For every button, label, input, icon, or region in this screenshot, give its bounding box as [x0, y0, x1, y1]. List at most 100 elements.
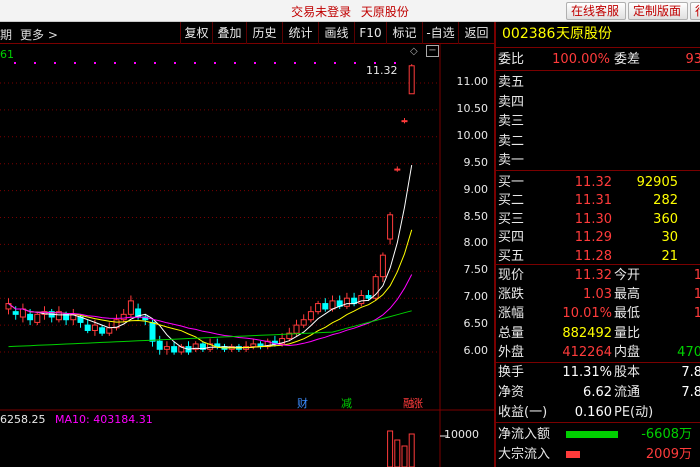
divider [496, 170, 700, 171]
back-button[interactable]: 返回 [458, 22, 494, 44]
quote-label-2: 今开 [614, 268, 641, 283]
quote-label: 现价 [498, 268, 525, 283]
candle-body [171, 346, 178, 353]
marker-dot [54, 62, 56, 64]
mark-button[interactable]: 标记 [386, 22, 422, 44]
candle-body [394, 168, 401, 171]
event-limit-up[interactable]: 涨 [411, 397, 424, 411]
sell-level-row[interactable]: 卖二 [496, 131, 700, 152]
price-tick: 8.50 [463, 209, 489, 223]
custom-layout-button[interactable]: 定制版面 [628, 2, 688, 20]
sell-level-row[interactable]: 卖四 [496, 92, 700, 113]
quote-label: 涨跌 [498, 287, 525, 303]
overlay-button[interactable]: 叠加 [212, 22, 246, 44]
marker-dot [214, 62, 216, 64]
candle-body [163, 346, 170, 350]
info-row: 收益(一) 0.160 PE(动) [496, 402, 700, 423]
volume-bar [401, 445, 408, 467]
candle-body [34, 313, 41, 323]
f10-button[interactable]: F10 [354, 22, 386, 44]
flow-bar [566, 431, 618, 438]
quote-label: 外盘 [498, 344, 525, 360]
statistics-button[interactable]: 统计 [282, 22, 318, 44]
marker-dot [334, 62, 336, 64]
history-button[interactable]: 历史 [246, 22, 282, 44]
price-tick: 8.00 [463, 236, 489, 250]
candle-body [293, 324, 300, 334]
divider [496, 47, 700, 48]
candle-body [315, 303, 322, 313]
online-support-button[interactable]: 在线客服 [566, 2, 626, 20]
watchlist-button[interactable]: -自选 [422, 22, 458, 44]
stock-code: 002386 [502, 26, 556, 42]
candle-body [365, 295, 372, 299]
candle-body [19, 308, 26, 318]
quote-label: 涨幅 [498, 306, 525, 322]
marker-dot [194, 62, 196, 64]
flow-value: 2009万 [645, 447, 692, 462]
candle-body [408, 65, 415, 95]
info-value: 0.160 [574, 405, 612, 420]
sell-level-row[interactable]: 卖五 [496, 72, 700, 93]
sell-level-row[interactable]: 卖三 [496, 111, 700, 132]
event-financial[interactable]: 财 [296, 397, 309, 411]
info-label-2: 股本 [614, 365, 641, 380]
volume-ma-legend: 6258.25 MA10: 403184.31 [0, 413, 153, 426]
sell-level-label: 卖五 [498, 75, 525, 90]
flow-label: 大宗流入 [498, 447, 551, 462]
candle-body [106, 327, 113, 334]
indicator-label: 61 [0, 48, 14, 61]
marker-dot [94, 62, 96, 64]
quote-value: 1.03 [583, 287, 612, 303]
quote-panel: 002386 天原股份 委比 100.00% 委差 93 卖五 卖四 卖三 卖二 卖一 … [494, 22, 700, 467]
kline-chart[interactable]: 61 11.32 ◇ − 11.00 10.50 10.00 9.50 9.00 8.50… [0, 44, 494, 467]
adjust-button[interactable]: 复权 [180, 22, 212, 44]
quote-row: 现价 11.32 今开 1 [496, 265, 700, 286]
price-tick: 9.50 [463, 155, 489, 169]
vol-ma5-value: 6258.25 [0, 413, 46, 426]
event-reduce[interactable]: 减 [340, 397, 353, 411]
trade-status: 交易未登录 [291, 5, 352, 19]
quote-button[interactable]: 行 [690, 2, 700, 20]
diamond-icon[interactable]: ◇ [410, 46, 418, 57]
weibi-label: 委比 [498, 52, 525, 67]
marker-dot [114, 62, 116, 64]
info-row: 换手 11.31% 股本 7.8 [496, 362, 700, 383]
ma5-line [8, 165, 413, 350]
volume-bar [408, 433, 415, 467]
candle-body [127, 300, 134, 315]
quote-value: 412264 [562, 344, 612, 360]
price-annotation: 11.32 [366, 64, 398, 77]
order-ratio-row: 委比 100.00% 委差 93 [496, 49, 700, 70]
sell-level-row[interactable]: 卖一 [496, 150, 700, 171]
quote-value-2: 1 [693, 287, 700, 303]
candle-body [401, 120, 408, 123]
draw-line-button[interactable]: 画线 [318, 22, 354, 44]
quote-value: 11.32 [574, 268, 612, 283]
quote-value: 882492 [562, 325, 612, 341]
volume-bar [394, 439, 401, 467]
info-label: 净资 [498, 385, 525, 400]
divider [496, 422, 700, 423]
title-bar: 交易未登录 天原股份 在线客服 定制版面 行 [0, 0, 700, 22]
candle-body [91, 324, 98, 331]
marker-dot [14, 62, 16, 64]
price-tick: 7.00 [463, 290, 489, 304]
minimize-icon[interactable]: − [426, 45, 439, 57]
quote-label-2: 最低 [614, 306, 641, 322]
more-menu[interactable]: 更多 > [20, 26, 58, 43]
ma20-line [8, 274, 413, 347]
candle-body [149, 321, 156, 342]
info-row: 净资 6.62 流通 7.8 [496, 382, 700, 403]
ma10-line [8, 229, 413, 349]
quote-row: 涨幅 10.01% 最低 1 [496, 303, 700, 324]
weibi-value: 100.00% [552, 52, 610, 67]
period-label[interactable]: 期 [0, 26, 12, 43]
vol-ma10-value: MA10: 403184.31 [55, 413, 153, 426]
quote-row: 涨跌 1.03 最高 1 [496, 284, 700, 305]
stock-header: 002386 天原股份 [496, 24, 700, 45]
price-tick: 11.00 [456, 75, 489, 88]
volume-axis-tick: 10000 [444, 428, 479, 441]
info-value-2: 7.8 [681, 385, 700, 400]
divider [496, 70, 700, 71]
